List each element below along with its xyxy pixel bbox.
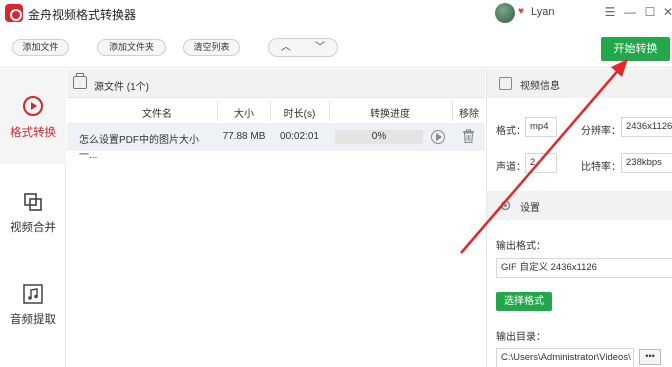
app-title: 金舟视频格式转换器 [28,8,137,22]
column-header-progress: 转换进度 [370,109,410,120]
sidebar: 格式转换 视频合并 音频提取 [0,69,66,367]
toolbar: 添加文件 添加文件夹 清空列表 ︿ ﹀ [0,28,672,68]
vip-crown-icon: ♥ [518,6,524,17]
column-divider [270,101,271,121]
play-icon[interactable] [431,130,445,144]
minimize-button[interactable]: — [621,3,639,21]
sidebar-item-video-merge[interactable]: 视频合并 [0,164,66,259]
trash-icon[interactable] [463,129,474,143]
table-row[interactable]: 怎么设置PDF中的图片大小一... 77.88 MB 00:02:01 0% [67,123,485,161]
column-header-remove: 移除 [459,109,479,120]
start-convert-button[interactable]: 开始转换 [601,37,670,61]
info-settings-panel: 视频信息 格式： mp4 分辨率： 2436x1126 声道： 2 比特率： 2… [486,69,672,367]
channel-field: 2 [525,153,557,173]
maximize-button[interactable]: ☐ [641,3,659,21]
column-header-duration: 时长(s) [283,109,316,120]
format-label: 格式： [496,126,526,137]
browse-more-button[interactable]: ••• [639,349,661,365]
file-name: 怎么设置PDF中的图片大小一... [79,135,199,161]
title-bar: 金舟视频格式转换器 ♥ Lyan ☰ — ☐ ✕ [0,0,672,28]
video-info-title: 视频信息 [520,81,560,92]
app-logo-icon [5,4,23,22]
gear-icon [500,200,511,211]
move-up-button[interactable]: ︿ [269,39,303,56]
bitrate-label: 比特率： [581,162,621,173]
bitrate-field: 238kbps [621,153,672,173]
output-format-field[interactable]: GIF 自定义 2436x1126 [496,258,672,278]
channel-label: 声道： [496,162,526,173]
format-field: mp4 [525,117,557,137]
sidebar-item-label: 音频提取 [10,314,56,326]
output-dir-field[interactable]: C:\Users\Administrator\Videos\ [496,348,634,367]
file-list-panel: 源文件 (1个) 文件名 大小 时长(s) 转换进度 移除 怎么设置PDF中的图… [67,69,485,367]
progress-text: 0% [371,131,387,142]
move-buttons: ︿ ﹀ [268,38,338,57]
menu-icon[interactable]: ☰ [601,3,619,21]
add-folder-button[interactable]: 添加文件夹 [97,39,166,56]
output-format-label: 输出格式： [496,241,546,252]
user-avatar[interactable] [495,3,515,23]
column-divider [217,101,218,121]
file-duration: 00:02:01 [280,131,319,142]
select-format-button[interactable]: 选择格式 [496,292,552,311]
column-header-filename: 文件名 [142,109,172,120]
column-divider [329,101,330,121]
merge-icon [24,193,42,211]
convert-icon [23,96,43,116]
progress-bar: 0% [335,130,423,144]
music-icon [23,284,43,304]
settings-title: 设置 [520,203,540,214]
sidebar-item-audio-extract[interactable]: 音频提取 [0,259,66,354]
resolution-label: 分辨率： [581,126,621,137]
sidebar-item-label: 视频合并 [10,222,56,234]
sidebar-item-label: 格式转换 [10,127,56,139]
resolution-field: 2436x1126 [621,117,672,137]
close-button[interactable]: ✕ [659,3,672,21]
video-info-header: 视频信息 [487,69,672,98]
file-list-header: 源文件 (1个) [67,69,485,98]
column-divider [452,101,453,121]
clear-list-button[interactable]: 清空列表 [183,39,240,56]
user-name[interactable]: Lyan [531,6,554,18]
add-file-button[interactable]: 添加文件 [12,39,69,56]
column-header-size: 大小 [234,109,254,120]
folder-icon [73,73,87,89]
output-dir-label: 输出目录： [496,332,546,343]
video-info-icon [499,77,512,90]
sidebar-item-format-convert[interactable]: 格式转换 [0,69,66,164]
file-size: 77.88 MB [222,131,266,142]
source-file-count: 源文件 (1个) [94,82,149,93]
settings-header: 设置 [487,191,672,220]
move-down-button[interactable]: ﹀ [303,39,337,56]
column-headers: 文件名 大小 时长(s) 转换进度 移除 [67,99,485,123]
